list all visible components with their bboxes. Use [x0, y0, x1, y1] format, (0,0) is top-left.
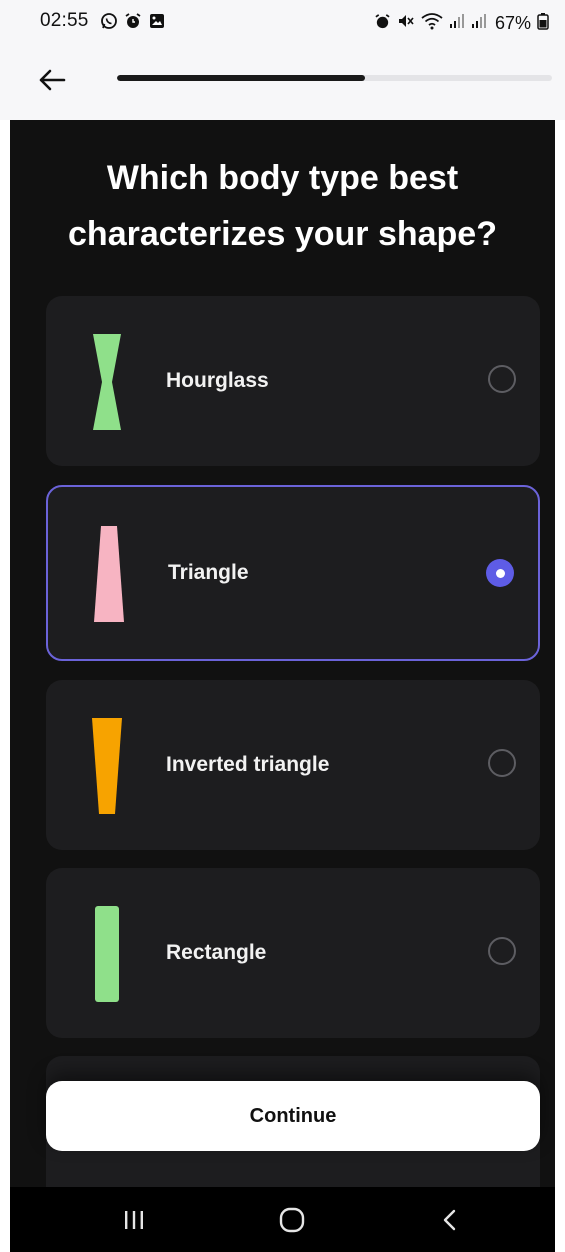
status-left-icons: [100, 12, 166, 35]
alarm-icon: [124, 12, 142, 35]
status-right-icons: 67%: [374, 12, 549, 35]
option-card-triangle[interactable]: Triangle: [46, 485, 540, 661]
triangle-shape-icon: [94, 526, 124, 622]
radio-button[interactable]: [486, 559, 514, 587]
system-back-button[interactable]: [430, 1203, 470, 1237]
alarm-icon: [374, 13, 391, 35]
option-label: Hourglass: [166, 369, 269, 392]
rectangle-shape-icon: [95, 906, 119, 1002]
question-screen: Which body type best characterizes your …: [10, 120, 555, 1187]
recent-apps-button[interactable]: [114, 1203, 154, 1237]
question-title: Which body type best characterizes your …: [68, 159, 497, 253]
whatsapp-icon: [100, 12, 118, 35]
recent-apps-icon: [125, 1211, 143, 1229]
arrow-left-icon: [39, 69, 66, 91]
option-label: Inverted triangle: [166, 753, 330, 776]
option-label: Triangle: [168, 561, 249, 584]
progress-fill: [117, 75, 365, 81]
wifi-icon: [421, 12, 443, 35]
radio-button[interactable]: [488, 937, 516, 965]
inverted-triangle-shape-icon: [92, 718, 122, 814]
system-nav-bar: [10, 1187, 555, 1252]
battery-percent: 67%: [494, 13, 531, 33]
radio-button[interactable]: [488, 749, 516, 777]
header: [0, 44, 565, 120]
option-label: Rectangle: [166, 941, 267, 964]
back-icon: [443, 1209, 456, 1231]
mute-icon: [397, 12, 415, 35]
option-card-rectangle[interactable]: Rectangle: [46, 868, 540, 1038]
back-button[interactable]: [32, 60, 72, 100]
option-card-hourglass[interactable]: Hourglass: [46, 296, 540, 466]
home-icon: [279, 1207, 305, 1233]
hourglass-shape-icon: [93, 334, 121, 430]
battery-icon: [537, 12, 549, 35]
status-time: 02:55: [40, 10, 89, 31]
option-card-inverted-triangle[interactable]: Inverted triangle: [46, 680, 540, 850]
progress-bar: [117, 75, 552, 81]
screen: 02:55 67% Which body type best character…: [0, 0, 565, 1252]
radio-button[interactable]: [488, 365, 516, 393]
signal-icon: [449, 12, 465, 35]
radio-selected-dot: [495, 568, 505, 578]
home-button[interactable]: [272, 1203, 312, 1237]
continue-button[interactable]: Continue: [46, 1081, 540, 1151]
status-bar: 02:55 67%: [0, 0, 565, 44]
signal-icon: [471, 12, 487, 35]
gallery-icon: [148, 12, 166, 35]
